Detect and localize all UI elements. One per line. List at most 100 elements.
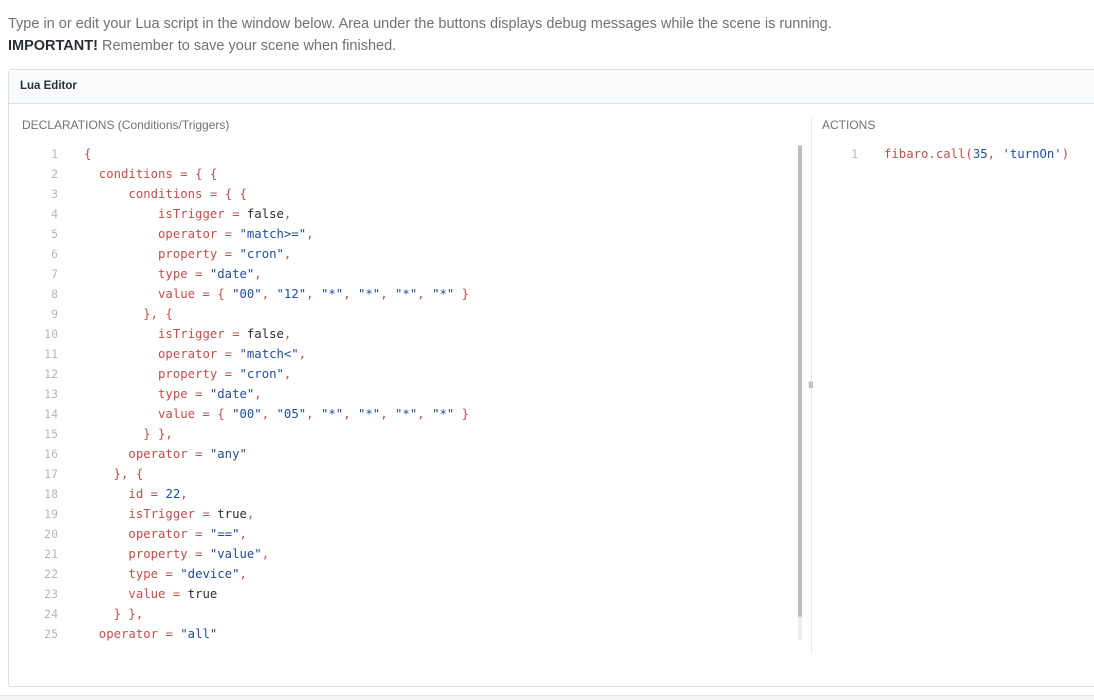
code-text: {	[84, 144, 91, 164]
code-line[interactable]: 14 value = { "00", "05", "*", "*", "*", …	[22, 404, 802, 424]
code-line[interactable]: 9 }, {	[22, 304, 802, 324]
line-number: 16	[44, 447, 58, 461]
line-number: 25	[44, 627, 58, 641]
code-token: ,	[283, 327, 292, 341]
code-token: type	[84, 387, 188, 401]
code-line[interactable]: 1 fibaro.call(35, 'turnOn')	[822, 144, 1092, 164]
code-token: "=="	[209, 527, 240, 541]
line-number: 14	[44, 407, 58, 421]
code-line[interactable]: 24 } },	[22, 604, 802, 624]
code-line[interactable]: 21 property = "value",	[22, 544, 802, 564]
code-token: =	[187, 387, 210, 401]
code-token: =	[217, 247, 240, 261]
code-line[interactable]: 5 operator = "match>=",	[22, 224, 802, 244]
actions-code-editor[interactable]: 1 fibaro.call(35, 'turnOn')	[822, 144, 1092, 184]
code-token: ,	[343, 287, 358, 301]
code-line[interactable]: 22 type = "device",	[22, 564, 802, 584]
code-token: ,	[306, 287, 321, 301]
code-line[interactable]: 1{	[22, 144, 802, 164]
line-number: 19	[44, 507, 58, 521]
code-token: value	[84, 587, 166, 601]
line-number: 18	[44, 487, 58, 501]
declarations-scrollbar-track[interactable]	[798, 617, 802, 641]
code-token: "*"	[432, 287, 455, 301]
code-line[interactable]: 10 isTrigger = false,	[22, 324, 802, 344]
code-token: ,	[417, 287, 433, 301]
code-token: =	[224, 327, 247, 341]
code-token: isTrigger	[84, 507, 196, 521]
code-token: value	[84, 287, 196, 301]
code-token: operator	[84, 227, 218, 241]
panel-header: Lua Editor	[9, 70, 1094, 104]
code-token: conditions	[84, 187, 203, 201]
code-line[interactable]: 6 property = "cron",	[22, 244, 802, 264]
code-line[interactable]: 25 operator = "all"	[22, 624, 802, 644]
code-token: type	[84, 567, 159, 581]
code-token: =	[195, 287, 218, 301]
code-text: operator = "==",	[84, 524, 247, 544]
code-text: operator = "all"	[84, 624, 218, 644]
code-line[interactable]: 15 } },	[22, 424, 802, 444]
code-text: } },	[84, 604, 144, 624]
code-line[interactable]: 7 type = "date",	[22, 264, 802, 284]
code-token: property	[84, 367, 218, 381]
code-line[interactable]: 16 operator = "any"	[22, 444, 802, 464]
code-line[interactable]: 20 operator = "==",	[22, 524, 802, 544]
declarations-code-editor[interactable]: 1{2 conditions = { {3 conditions = { {4 …	[22, 144, 802, 644]
code-text: fibaro.call(35, 'turnOn')	[884, 144, 1069, 164]
code-token: operator	[84, 527, 188, 541]
code-token: } },	[84, 427, 173, 441]
code-text: conditions = { {	[84, 184, 247, 204]
line-number: 23	[44, 587, 58, 601]
code-token: }	[454, 407, 470, 421]
resize-handle-icon[interactable]: III	[808, 380, 813, 390]
line-number: 5	[51, 227, 58, 241]
line-number: 6	[51, 247, 58, 261]
code-token: =	[217, 347, 240, 361]
code-token: ,	[239, 567, 247, 581]
code-token: ,	[180, 487, 188, 501]
line-number: 3	[51, 187, 58, 201]
intro-line-2: IMPORTANT! Remember to save your scene w…	[8, 35, 832, 57]
code-token: "value"	[209, 547, 262, 561]
code-token: ,	[380, 407, 396, 421]
code-token: ,	[987, 147, 1003, 161]
code-token: =	[195, 507, 218, 521]
code-token: =	[217, 227, 240, 241]
code-line[interactable]: 19 isTrigger = true,	[22, 504, 802, 524]
code-line[interactable]: 2 conditions = { {	[22, 164, 802, 184]
code-token: =	[202, 187, 225, 201]
code-text: type = "date",	[84, 264, 262, 284]
code-token: )	[1061, 147, 1070, 161]
code-token: "*"	[358, 407, 381, 421]
code-token: ,	[380, 287, 396, 301]
line-number: 15	[44, 427, 58, 441]
code-line[interactable]: 17 }, {	[22, 464, 802, 484]
code-token: {	[217, 287, 233, 301]
code-token: 35	[972, 147, 988, 161]
code-line[interactable]: 12 property = "cron",	[22, 364, 802, 384]
code-token: =	[224, 207, 247, 221]
code-token: =	[217, 367, 240, 381]
code-text: type = "device",	[84, 564, 247, 584]
declarations-scrollbar[interactable]	[798, 145, 802, 617]
line-number: 7	[51, 267, 58, 281]
code-line[interactable]: 3 conditions = { {	[22, 184, 802, 204]
code-text: value = { "00", "12", "*", "*", "*", "*"…	[84, 284, 469, 304]
code-line[interactable]: 8 value = { "00", "12", "*", "*", "*", "…	[22, 284, 802, 304]
code-text: } },	[84, 424, 173, 444]
code-token: "device"	[180, 567, 240, 581]
intro-line-1: Type in or edit your Lua script in the w…	[8, 16, 832, 32]
code-line[interactable]: 4 isTrigger = false,	[22, 204, 802, 224]
code-token: fibaro.call(	[884, 147, 973, 161]
code-token: ,	[283, 367, 292, 381]
code-line[interactable]: 18 id = 22,	[22, 484, 802, 504]
code-token: type	[84, 267, 188, 281]
code-token: ,	[283, 207, 292, 221]
code-line[interactable]: 13 type = "date",	[22, 384, 802, 404]
intro-text: Type in or edit your Lua script in the w…	[8, 13, 832, 57]
code-text: isTrigger = true,	[84, 504, 254, 524]
code-line[interactable]: 23 value = true	[22, 584, 802, 604]
code-line[interactable]: 11 operator = "match<",	[22, 344, 802, 364]
scene-editor-page: Type in or edit your Lua script in the w…	[0, 0, 1094, 700]
